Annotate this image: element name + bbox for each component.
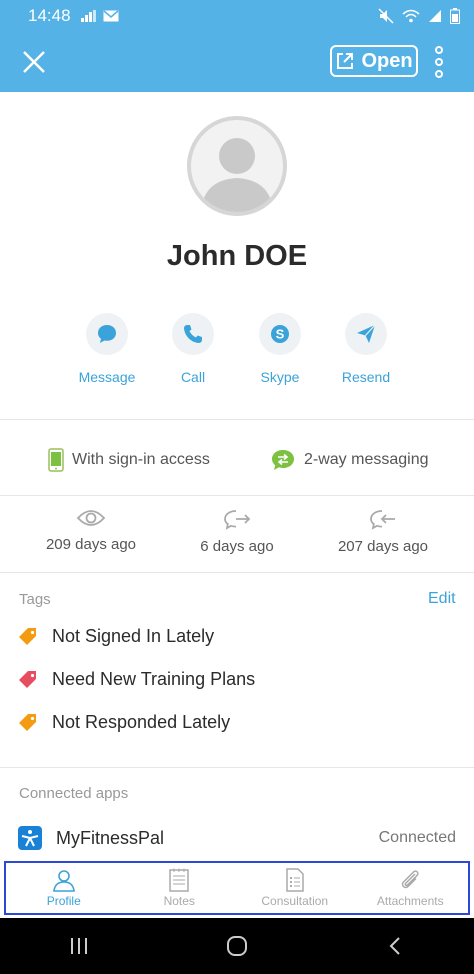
notes-icon xyxy=(169,868,189,892)
resend-label: Resend xyxy=(341,369,391,385)
send-icon xyxy=(357,324,376,343)
connected-app-name: MyFitnessPal xyxy=(56,827,165,848)
app-bar: Open xyxy=(0,32,474,92)
message-received-icon xyxy=(370,510,395,530)
sign-in-access-feature: With sign-in access xyxy=(48,448,210,472)
profile-icon xyxy=(52,870,75,892)
tag-item[interactable]: Need New Training Plans xyxy=(18,669,255,690)
more-options-button[interactable] xyxy=(428,44,450,80)
connected-app-status: Connected xyxy=(378,829,456,846)
message-sent-icon xyxy=(224,510,251,530)
tags-section-title: Tags xyxy=(19,591,51,608)
message-action[interactable]: Message xyxy=(62,313,152,385)
close-icon xyxy=(23,51,45,73)
signal-bars-icon xyxy=(80,10,96,22)
external-link-icon xyxy=(337,53,354,69)
paperclip-icon xyxy=(402,870,419,889)
avatar xyxy=(187,116,287,216)
more-vertical-icon xyxy=(435,46,443,78)
battery-icon xyxy=(450,8,460,24)
last-received-stat: 207 days ago xyxy=(308,508,458,555)
edit-tags-link[interactable]: Edit xyxy=(428,590,456,608)
open-button[interactable]: Open xyxy=(330,45,418,77)
two-way-messaging-feature: 2-way messaging xyxy=(270,448,429,472)
home-button[interactable] xyxy=(217,926,257,966)
two-way-messaging-label: 2-way messaging xyxy=(304,451,429,468)
close-button[interactable] xyxy=(18,46,50,78)
sign-in-access-label: With sign-in access xyxy=(72,451,210,468)
last-sent-stat: 6 days ago xyxy=(162,508,312,555)
divider xyxy=(0,419,474,420)
bottom-nav: Profile Notes Consultation Attachments xyxy=(4,861,470,915)
tab-notes-label: Notes xyxy=(163,894,195,908)
back-button[interactable] xyxy=(375,926,415,966)
tab-notes[interactable]: Notes xyxy=(122,863,238,913)
tab-profile-label: Profile xyxy=(46,894,81,908)
phone-icon xyxy=(184,325,202,343)
connected-app-row[interactable]: MyFitnessPal Connected xyxy=(18,826,456,850)
tab-consultation[interactable]: Consultation xyxy=(237,863,353,913)
chat-bubble-icon xyxy=(98,325,116,343)
user-silhouette-icon xyxy=(201,138,273,212)
tag-item[interactable]: Not Signed In Lately xyxy=(18,626,214,647)
two-way-chat-icon xyxy=(272,450,294,470)
tag-icon xyxy=(19,627,36,645)
myfitnesspal-logo-icon xyxy=(18,826,42,850)
profile-name: John DOE xyxy=(166,240,308,272)
tag-label: Not Responded Lately xyxy=(52,712,231,732)
tag-label: Need New Training Plans xyxy=(52,669,256,689)
wifi-icon xyxy=(402,9,420,23)
resend-action[interactable]: Resend xyxy=(321,313,411,385)
message-label: Message xyxy=(78,369,136,385)
cell-signal-icon xyxy=(429,10,441,22)
tab-attachments[interactable]: Attachments xyxy=(353,863,469,913)
tag-icon xyxy=(19,670,36,688)
status-time: 14:48 xyxy=(28,6,71,25)
tag-item[interactable]: Not Responded Lately xyxy=(18,712,230,733)
skype-icon: S xyxy=(271,325,289,343)
status-bar: 14:48 xyxy=(0,0,474,32)
open-button-label: Open xyxy=(361,49,413,72)
recent-apps-button[interactable] xyxy=(59,926,99,966)
skype-action[interactable]: S Skype xyxy=(235,313,325,385)
last-sent-value: 6 days ago xyxy=(200,538,274,555)
system-nav-bar xyxy=(0,918,474,974)
home-icon xyxy=(227,936,247,956)
last-received-value: 207 days ago xyxy=(337,538,429,555)
consultation-document-icon xyxy=(286,868,304,892)
tab-attachments-label: Attachments xyxy=(376,894,444,908)
call-action[interactable]: Call xyxy=(148,313,238,385)
divider xyxy=(0,767,474,768)
skype-label: Skype xyxy=(260,369,300,385)
divider xyxy=(0,495,474,496)
call-label: Call xyxy=(180,369,206,385)
tag-label: Not Signed In Lately xyxy=(52,626,215,646)
recent-apps-icon xyxy=(71,938,87,954)
tag-icon xyxy=(19,713,36,731)
eye-icon xyxy=(76,510,106,526)
tab-profile[interactable]: Profile xyxy=(6,863,122,913)
mail-icon xyxy=(103,10,119,22)
last-seen-value: 209 days ago xyxy=(45,536,137,553)
tab-consultation-label: Consultation xyxy=(261,894,329,908)
connected-apps-title: Connected apps xyxy=(19,785,129,802)
svg-text:S: S xyxy=(276,327,285,342)
back-chevron-icon xyxy=(389,937,400,955)
mute-icon xyxy=(378,8,394,24)
last-seen-stat: 209 days ago xyxy=(16,508,166,553)
divider xyxy=(0,572,474,573)
phone-check-icon xyxy=(48,448,64,472)
